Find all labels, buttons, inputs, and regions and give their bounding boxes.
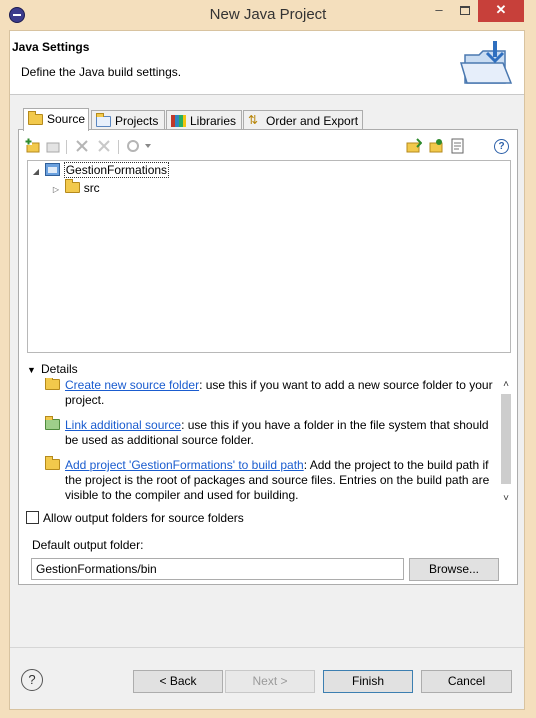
detail-link-additional-source: Link additional source: use this if you … (45, 416, 495, 448)
close-button[interactable]: ✕ (478, 0, 524, 22)
page-description: Define the Java build settings. (21, 65, 182, 79)
scroll-up-icon[interactable]: ˄ (499, 378, 513, 392)
source-folder-icon (28, 111, 43, 125)
edit-entry-button[interactable] (44, 138, 62, 156)
build-path-folder-icon (429, 139, 443, 153)
add-project-build-path-link[interactable]: Add project 'GestionFormations' to build… (65, 458, 304, 472)
help-icon[interactable]: ? (494, 139, 509, 154)
toggle-entry-icon (98, 140, 110, 152)
properties-icon (451, 138, 464, 154)
tab-order-export[interactable]: Order and Export (243, 110, 363, 130)
add-project-build-path-icon (45, 456, 60, 470)
new-java-project-dialog: Java Settings Define the Java build sett… (9, 30, 525, 710)
toolbar-separator (118, 140, 119, 154)
edit-entry-icon (46, 142, 60, 153)
remove-entry-icon (76, 140, 88, 152)
details-toggle[interactable]: ▼ Details (27, 362, 78, 376)
title-bar: New Java Project – ✕ (0, 0, 536, 30)
tree-row-project[interactable]: ◢ GestionFormations (30, 162, 170, 181)
wizard-folder-icon (459, 41, 513, 84)
link-source-icon (406, 138, 423, 153)
project-name: GestionFormations (63, 162, 170, 178)
next-button[interactable]: Next > (225, 670, 315, 693)
cancel-button[interactable]: Cancel (421, 670, 512, 693)
collapse-toggle-icon[interactable]: ◢ (30, 167, 42, 176)
project-properties-button[interactable] (449, 138, 467, 156)
maximize-icon (460, 6, 470, 15)
source-tree: ◢ GestionFormations ▷ src (27, 160, 511, 353)
footer-divider (10, 647, 524, 648)
page-title: Java Settings (12, 40, 90, 54)
finish-button[interactable]: Finish (323, 670, 413, 693)
source-toolbar: ? (19, 138, 517, 160)
detail-add-project-build-path: Add project 'GestionFormations' to build… (45, 456, 495, 503)
allow-output-folders-option[interactable]: Allow output folders for source folders (26, 511, 244, 525)
src-folder-label: src (83, 181, 100, 195)
add-project-build-path-button[interactable] (427, 138, 445, 156)
add-source-folder-icon (25, 138, 40, 153)
back-button[interactable]: < Back (133, 670, 223, 693)
details-content: Create new source folder: use this if yo… (45, 378, 511, 506)
project-icon (96, 113, 111, 127)
default-output-folder-input[interactable]: GestionFormations/bin (31, 558, 404, 580)
create-source-folder-link[interactable]: Create new source folder (65, 378, 199, 392)
scrollbar-thumb[interactable] (501, 394, 511, 484)
wizard-header: Java Settings Define the Java build sett… (10, 31, 524, 95)
libraries-icon (171, 115, 186, 127)
maximize-button[interactable] (452, 0, 478, 22)
toolbar-separator (66, 140, 67, 154)
java-project-icon (45, 163, 61, 176)
detail-create-source-folder: Create new source folder: use this if yo… (45, 378, 495, 408)
default-output-folder-label: Default output folder: (32, 538, 144, 552)
scroll-down-icon[interactable]: ˅ (499, 492, 513, 506)
add-folder-button[interactable] (24, 138, 42, 156)
tab-libraries[interactable]: Libraries (166, 110, 242, 130)
tab-source-label: Source (47, 112, 86, 126)
details-caret-icon: ▼ (27, 365, 36, 375)
link-additional-source-link[interactable]: Link additional source (65, 418, 181, 432)
configure-dropdown-icon (127, 140, 151, 152)
help-icon[interactable]: ? (21, 669, 43, 691)
package-folder-icon (65, 179, 81, 193)
order-export-icon (248, 113, 262, 127)
details-label: Details (41, 362, 78, 376)
tab-projects[interactable]: Projects (91, 110, 165, 130)
allow-output-folders-checkbox[interactable] (26, 511, 39, 524)
allow-output-folders-label: Allow output folders for source folders (43, 511, 244, 525)
remove-entry-button[interactable] (73, 138, 91, 156)
tab-projects-label: Projects (115, 114, 159, 128)
configure-dropdown-button[interactable] (125, 138, 155, 156)
tab-order-export-label: Order and Export (266, 114, 359, 128)
browse-button[interactable]: Browse... (409, 558, 499, 581)
tab-libraries-label: Libraries (190, 114, 237, 128)
toggle-entry-button[interactable] (95, 138, 113, 156)
details-scrollbar[interactable]: ˄ ˅ (499, 378, 513, 506)
link-source-button[interactable] (405, 138, 423, 156)
tab-source[interactable]: Source (23, 108, 89, 131)
tree-row-src[interactable]: ▷ src (50, 179, 100, 199)
minimize-button[interactable]: – (426, 0, 452, 22)
expand-toggle-icon[interactable]: ▷ (50, 185, 62, 194)
link-additional-source-icon (45, 416, 60, 430)
new-source-folder-icon (45, 378, 60, 390)
